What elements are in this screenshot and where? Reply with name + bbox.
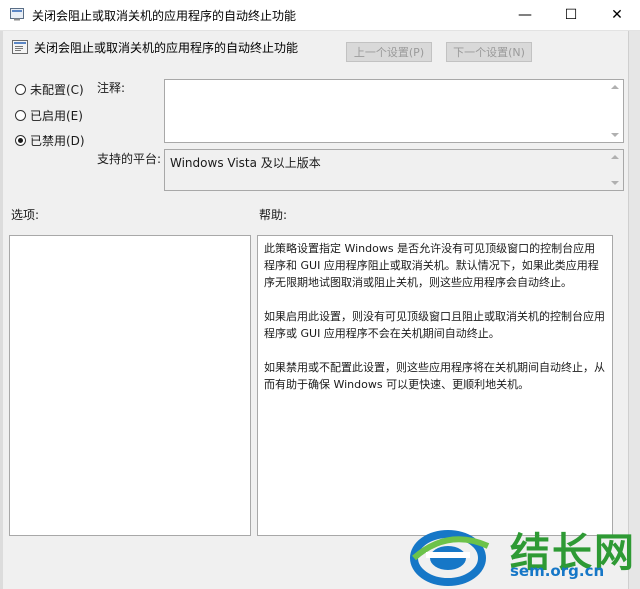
close-button[interactable]: ✕ xyxy=(594,0,640,30)
help-paragraph: 此策略设置指定 Windows 是否允许没有可见顶级窗口的控制台应用程序和 GU… xyxy=(264,242,599,289)
help-pane: 此策略设置指定 Windows 是否允许没有可见顶级窗口的控制台应用程序和 GU… xyxy=(257,235,613,536)
next-setting-button[interactable]: 下一个设置(N) xyxy=(446,42,532,62)
options-section-label: 选项: xyxy=(11,208,40,222)
policy-setting-icon xyxy=(12,40,28,54)
left-window-edge xyxy=(0,30,3,589)
option-enabled[interactable]: 已启用(E) xyxy=(15,107,83,123)
watermark-logo-icon xyxy=(410,530,490,586)
policy-app-icon xyxy=(10,8,24,21)
scroll-up-icon[interactable] xyxy=(611,85,619,89)
option-label: 已禁用(D) xyxy=(30,133,85,148)
help-section-label: 帮助: xyxy=(259,208,288,222)
previous-setting-button[interactable]: 上一个设置(P) xyxy=(346,42,432,62)
radio-disabled[interactable] xyxy=(15,134,26,146)
title-bar: 关闭会阻止或取消关机的应用程序的自动终止功能 — ☐ ✕ xyxy=(0,0,640,31)
comment-label: 注释: xyxy=(97,81,126,95)
window-title: 关闭会阻止或取消关机的应用程序的自动终止功能 xyxy=(32,9,297,23)
right-window-edge xyxy=(628,30,640,589)
watermark-url: sem.org.cn xyxy=(510,562,605,580)
scroll-down-icon[interactable] xyxy=(611,133,619,137)
radio-not-configured[interactable] xyxy=(15,83,26,95)
platform-value: Windows Vista 及以上版本 xyxy=(170,156,321,170)
scroll-up-icon[interactable] xyxy=(611,155,619,159)
help-paragraph: 如果禁用或不配置此设置，则这些应用程序将在关机期间自动终止，从而有助于确保 Wi… xyxy=(264,361,605,391)
option-not-configured[interactable]: 未配置(C) xyxy=(15,81,84,97)
scroll-down-icon[interactable] xyxy=(611,181,619,185)
help-paragraph: 如果启用此设置，则没有可见顶级窗口且阻止或取消关机的控制台应用程序或 GUI 应… xyxy=(264,310,605,340)
option-disabled[interactable]: 已禁用(D) xyxy=(15,132,85,148)
comment-scrollbar[interactable] xyxy=(608,80,623,142)
site-watermark: 结长网 sem.org.cn xyxy=(400,520,640,589)
radio-enabled[interactable] xyxy=(15,109,26,121)
platform-label: 支持的平台: xyxy=(97,152,162,166)
platform-field: Windows Vista 及以上版本 xyxy=(164,149,624,191)
policy-title: 关闭会阻止或取消关机的应用程序的自动终止功能 xyxy=(34,41,299,55)
platform-scrollbar[interactable] xyxy=(608,150,623,190)
maximize-button[interactable]: ☐ xyxy=(548,0,594,30)
minimize-button[interactable]: — xyxy=(502,0,548,30)
options-pane xyxy=(9,235,251,536)
option-label: 已启用(E) xyxy=(30,108,83,123)
option-label: 未配置(C) xyxy=(30,82,84,97)
comment-textarea[interactable] xyxy=(164,79,624,143)
